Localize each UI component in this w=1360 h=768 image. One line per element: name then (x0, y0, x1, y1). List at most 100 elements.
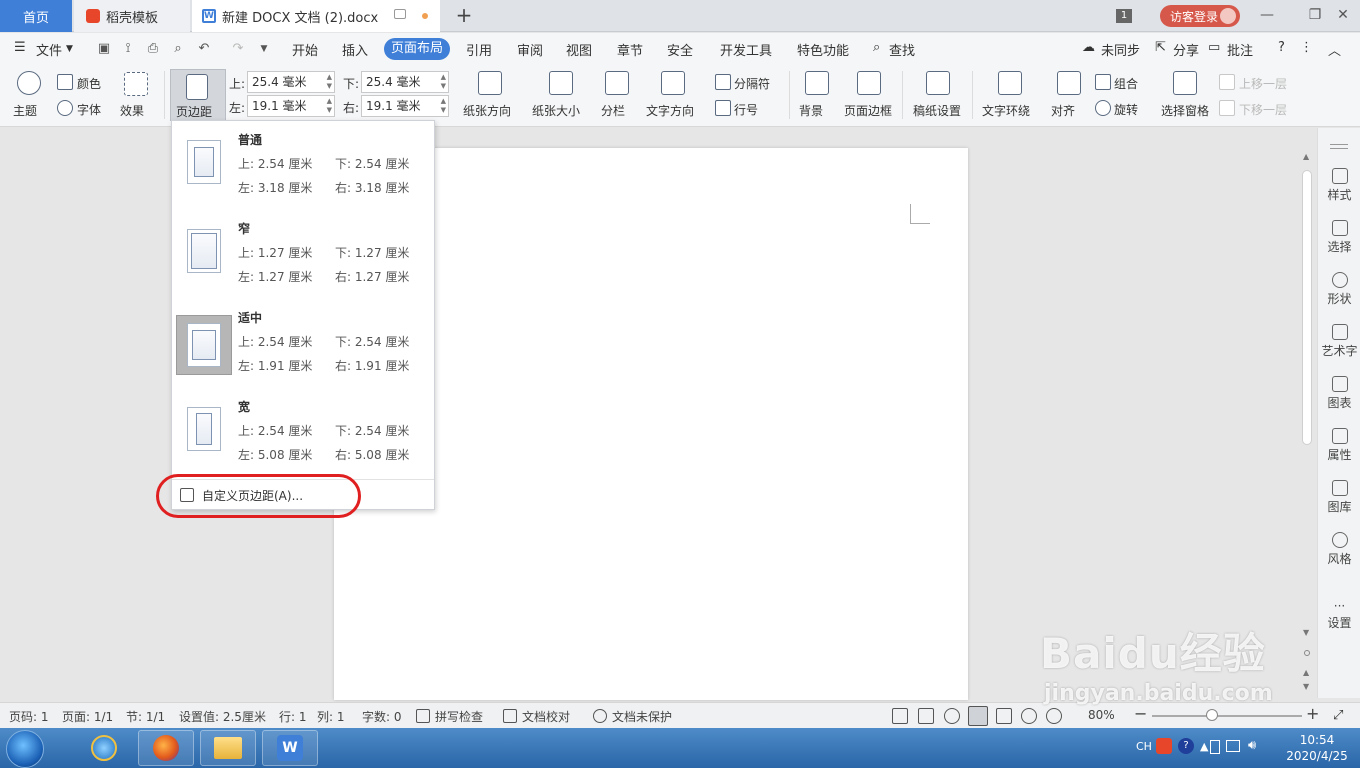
search-icon[interactable]: ⌕ (873, 40, 880, 55)
spell-check-button[interactable]: 拼写检查 (435, 708, 483, 725)
sogou-ime-icon[interactable] (1156, 738, 1172, 754)
group-icon[interactable] (1095, 74, 1111, 90)
scrollbar-thumb[interactable] (1302, 170, 1312, 445)
panel-wordart[interactable]: 艺术字 (1318, 324, 1360, 359)
menu-insert[interactable]: 插入 (342, 40, 368, 59)
outline-view-icon[interactable] (996, 708, 1012, 724)
print-icon[interactable]: ⎙ (145, 41, 161, 57)
redo-icon[interactable]: ↷ (230, 41, 246, 57)
status-pages[interactable]: 页面: 1/1 (62, 708, 113, 725)
panel-select[interactable]: 选择 (1318, 220, 1360, 255)
status-row[interactable]: 行: 1 (279, 708, 307, 725)
menu-view[interactable]: 视图 (566, 40, 592, 59)
selection-pane-icon[interactable] (1173, 71, 1197, 95)
undo-icon[interactable]: ↶ (196, 41, 212, 57)
collapse-ribbon-icon[interactable]: ︿ (1328, 40, 1341, 59)
tab-home[interactable]: 首页 (0, 0, 72, 32)
menu-chapter[interactable]: 章节 (617, 40, 643, 59)
browse-object-icon[interactable] (1304, 650, 1310, 656)
panel-properties[interactable]: 属性 (1318, 428, 1360, 463)
top-margin-input[interactable]: 25.4 毫米 ▲ ▼ (247, 71, 335, 93)
paper-size-icon[interactable] (549, 71, 573, 95)
rotate-button[interactable]: 旋转 (1114, 101, 1138, 118)
text-wrap-button[interactable]: 文字环绕 (982, 102, 1030, 119)
search-button[interactable]: 查找 (889, 40, 915, 59)
color-button[interactable]: 颜色 (77, 75, 101, 92)
bring-forward-button[interactable]: 上移一层 (1239, 75, 1287, 92)
tab-document[interactable]: W 新建 DOCX 文档 (2).docx (192, 0, 440, 32)
share-icon[interactable]: ⇱ (1155, 40, 1166, 55)
clock[interactable]: 10:54 2020/4/25 (1282, 732, 1352, 764)
next-page-icon[interactable]: ▼ (1303, 682, 1309, 691)
page-border-button[interactable]: 页面边框 (844, 102, 892, 119)
panel-theme-style[interactable]: 风格 (1318, 532, 1360, 567)
send-backward-button[interactable]: 下移一层 (1239, 101, 1287, 118)
wps-writer-icon[interactable]: W (262, 730, 318, 766)
device-icon[interactable] (1210, 740, 1220, 754)
margin-option-wide[interactable]: 宽 上: 2.54 厘米 下: 2.54 厘米 左: 5.08 厘米 右: 5.… (176, 398, 432, 482)
status-page-number[interactable]: 页码: 1 (9, 708, 49, 725)
zoom-level[interactable]: 80% (1088, 708, 1115, 722)
effect-button[interactable]: 效果 (120, 102, 144, 119)
status-column[interactable]: 列: 1 (317, 708, 345, 725)
text-wrap-icon[interactable] (998, 71, 1022, 95)
text-direction-button[interactable]: 文字方向 (646, 102, 694, 119)
more-icon[interactable]: ⋮ (1300, 40, 1313, 55)
shield-icon[interactable] (593, 709, 607, 723)
fit-page-icon[interactable]: ⤢ (1333, 708, 1349, 724)
zoom-in-icon[interactable]: + (1306, 704, 1319, 723)
align-icon[interactable] (1057, 71, 1081, 95)
start-button[interactable] (6, 730, 44, 768)
page-border-icon[interactable] (857, 71, 881, 95)
ie-icon[interactable] (76, 730, 132, 766)
restore-icon[interactable]: ❐ (1304, 4, 1326, 26)
file-menu[interactable]: 文件 (36, 40, 62, 59)
margin-option-moderate[interactable]: 适中 上: 2.54 厘米 下: 2.54 厘米 左: 1.91 厘米 右: 1… (176, 309, 432, 393)
zoom-out-icon[interactable]: − (1134, 704, 1147, 723)
format-painter-icon[interactable]: ⟟ (120, 41, 136, 57)
monitor-icon[interactable] (394, 9, 406, 19)
background-icon[interactable] (805, 71, 829, 95)
fullscreen-icon[interactable] (892, 708, 908, 724)
panel-chart[interactable]: 图表 (1318, 376, 1360, 411)
background-button[interactable]: 背景 (799, 102, 823, 119)
font-button[interactable]: 字体 (77, 101, 101, 118)
margin-option-normal[interactable]: 普通 上: 2.54 厘米 下: 2.54 厘米 左: 3.18 厘米 右: 3… (176, 131, 432, 215)
network-icon[interactable] (1226, 740, 1240, 752)
send-backward-icon[interactable] (1219, 100, 1235, 116)
spinner-icon[interactable]: ▲ ▼ (441, 97, 446, 115)
separator-button[interactable]: 分隔符 (734, 75, 770, 92)
hamburger-icon[interactable]: ☰ (14, 40, 26, 55)
protect-status[interactable]: 文档未保护 (612, 708, 672, 725)
bottom-margin-input[interactable]: 25.4 毫米 ▲ ▼ (361, 71, 449, 93)
web-view-icon[interactable] (1021, 708, 1037, 724)
paper-size-button[interactable]: 纸张大小 (532, 102, 580, 119)
panel-shape[interactable]: 形状 (1318, 272, 1360, 307)
scroll-down-icon[interactable]: ▼ (1303, 628, 1309, 637)
font-icon[interactable] (57, 100, 73, 116)
status-section[interactable]: 节: 1/1 (126, 708, 165, 725)
minimize-icon[interactable]: — (1256, 4, 1278, 26)
new-tab-button[interactable]: + (452, 4, 476, 28)
theme-icon[interactable] (17, 71, 41, 95)
menu-security[interactable]: 安全 (667, 40, 693, 59)
spinner-icon[interactable]: ▲ ▼ (327, 97, 332, 115)
columns-icon[interactable] (605, 71, 629, 95)
explorer-icon[interactable] (200, 730, 256, 766)
menu-special[interactable]: 特色功能 (797, 40, 849, 59)
margin-option-narrow[interactable]: 窄 上: 1.27 厘米 下: 1.27 厘米 左: 1.27 厘米 右: 1.… (176, 220, 432, 304)
orientation-button[interactable]: 纸张方向 (463, 102, 511, 119)
window-count-badge[interactable]: 1 (1116, 9, 1132, 23)
read-mode-icon[interactable] (918, 708, 934, 724)
orientation-icon[interactable] (478, 71, 502, 95)
left-margin-input[interactable]: 19.1 毫米 ▲ ▼ (247, 95, 335, 117)
zoom-slider[interactable] (1152, 715, 1302, 717)
cloud-icon[interactable]: ☁ (1082, 40, 1095, 55)
theme-button[interactable]: 主题 (13, 102, 37, 119)
volume-icon[interactable]: 🔊︎ (1248, 738, 1256, 753)
manuscript-icon[interactable] (926, 71, 950, 95)
pen-icon[interactable] (944, 708, 960, 724)
chevron-down-icon[interactable]: ▼ (66, 44, 73, 54)
group-button[interactable]: 组合 (1114, 75, 1138, 92)
guest-login-button[interactable]: 访客登录 (1160, 5, 1240, 27)
